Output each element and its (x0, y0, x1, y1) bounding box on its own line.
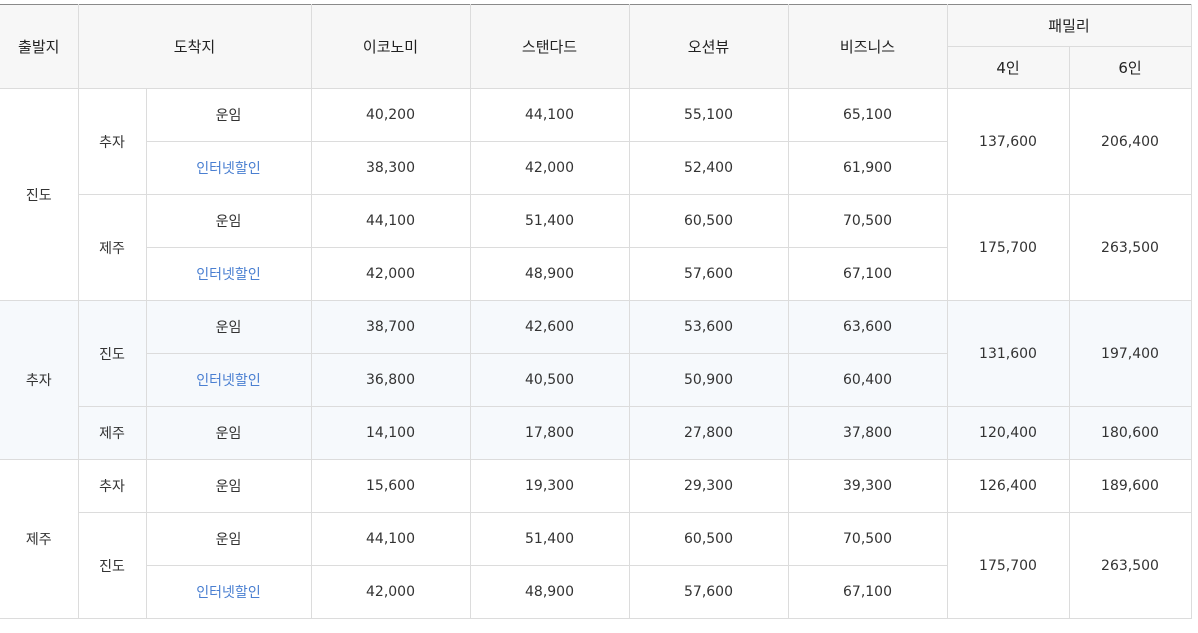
business-fare: 39,300 (787, 459, 948, 513)
oceanview-fare: 60,500 (628, 512, 789, 566)
internet-discount-link[interactable]: 인터넷할인 (145, 141, 312, 195)
business-fare: 70,500 (787, 512, 948, 566)
economy-fare: 15,600 (310, 459, 471, 513)
internet-discount-link[interactable]: 인터넷할인 (145, 353, 312, 407)
fare-type-cell: 운임 (145, 88, 312, 142)
oceanview-fare: 53,600 (628, 300, 789, 354)
business-fare: 70,500 (787, 194, 948, 248)
oceanview-fare: 57,600 (628, 247, 789, 301)
economy-fare: 44,100 (310, 512, 471, 566)
header-family-6: 6인 (1068, 46, 1192, 89)
economy-fare: 38,700 (310, 300, 471, 354)
table-row: 제주 운임 44,100 51,400 60,500 70,500 175,70… (0, 194, 1192, 301)
standard-fare: 40,500 (469, 353, 630, 407)
family-4-fare: 126,400 (946, 459, 1070, 513)
oceanview-fare: 52,400 (628, 141, 789, 195)
table-row: 진도 추자 운임 40,200 44,100 55,100 65,100 137… (0, 88, 1192, 301)
economy-fare: 42,000 (310, 565, 471, 619)
business-fare: 67,100 (787, 565, 948, 619)
business-fare: 60,400 (787, 353, 948, 407)
header-oceanview: 오션뷰 (628, 4, 789, 89)
standard-fare: 48,900 (469, 565, 630, 619)
economy-fare: 38,300 (310, 141, 471, 195)
header-origin: 출발지 (0, 4, 79, 89)
internet-discount-link[interactable]: 인터넷할인 (145, 565, 312, 619)
destination-cell: 진도 (77, 300, 147, 407)
family-6-fare: 263,500 (1068, 512, 1192, 619)
standard-fare: 17,800 (469, 406, 630, 460)
oceanview-fare: 27,800 (628, 406, 789, 460)
standard-fare: 42,000 (469, 141, 630, 195)
standard-fare: 51,400 (469, 512, 630, 566)
oceanview-fare: 60,500 (628, 194, 789, 248)
table-row: 제주 추자 운임 15,600 19,300 29,300 39,300 126… (0, 459, 1192, 619)
table-row: 추자 진도 운임 38,700 42,600 53,600 63,600 131… (0, 300, 1192, 460)
business-fare: 67,100 (787, 247, 948, 301)
oceanview-fare: 29,300 (628, 459, 789, 513)
destination-cell: 진도 (77, 512, 147, 619)
fare-type-cell: 운임 (145, 459, 312, 513)
family-6-fare: 180,600 (1068, 406, 1192, 460)
table-body: 진도 추자 운임 40,200 44,100 55,100 65,100 137… (0, 88, 1192, 619)
family-4-fare: 175,700 (946, 512, 1070, 619)
destination-cell: 추자 (77, 459, 147, 513)
header-standard: 스탠다드 (469, 4, 630, 89)
origin-cell: 추자 (0, 300, 79, 460)
header-business: 비즈니스 (787, 4, 948, 89)
fare-table-container: 출발지 도착지 이코노미 스탠다드 오션뷰 비즈니스 패밀리 4인 6인 진도 … (0, 4, 1192, 619)
business-fare: 37,800 (787, 406, 948, 460)
family-6-fare: 206,400 (1068, 88, 1192, 195)
family-4-fare: 120,400 (946, 406, 1070, 460)
fare-table: 출발지 도착지 이코노미 스탠다드 오션뷰 비즈니스 패밀리 4인 6인 진도 … (0, 4, 1192, 619)
economy-fare: 42,000 (310, 247, 471, 301)
standard-fare: 51,400 (469, 194, 630, 248)
destination-cell: 제주 (77, 406, 147, 460)
header-family: 패밀리 (946, 4, 1192, 47)
business-fare: 63,600 (787, 300, 948, 354)
economy-fare: 14,100 (310, 406, 471, 460)
internet-discount-link[interactable]: 인터넷할인 (145, 247, 312, 301)
standard-fare: 48,900 (469, 247, 630, 301)
standard-fare: 19,300 (469, 459, 630, 513)
oceanview-fare: 57,600 (628, 565, 789, 619)
fare-type-cell: 운임 (145, 512, 312, 566)
economy-fare: 40,200 (310, 88, 471, 142)
oceanview-fare: 50,900 (628, 353, 789, 407)
destination-cell: 추자 (77, 88, 147, 195)
business-fare: 61,900 (787, 141, 948, 195)
table-header: 출발지 도착지 이코노미 스탠다드 오션뷰 비즈니스 패밀리 4인 6인 (0, 4, 1192, 89)
standard-fare: 42,600 (469, 300, 630, 354)
origin-cell: 제주 (0, 459, 79, 619)
family-4-fare: 131,600 (946, 300, 1070, 407)
fare-type-cell: 운임 (145, 194, 312, 248)
header-destination: 도착지 (77, 4, 312, 89)
header-economy: 이코노미 (310, 4, 471, 89)
destination-cell: 제주 (77, 194, 147, 301)
family-4-fare: 137,600 (946, 88, 1070, 195)
table-row: 진도 운임 44,100 51,400 60,500 70,500 175,70… (0, 512, 1192, 619)
standard-fare: 44,100 (469, 88, 630, 142)
family-4-fare: 175,700 (946, 194, 1070, 301)
fare-type-cell: 운임 (145, 406, 312, 460)
origin-cell: 진도 (0, 88, 79, 301)
family-6-fare: 263,500 (1068, 194, 1192, 301)
economy-fare: 44,100 (310, 194, 471, 248)
table-row: 제주 운임 14,100 17,800 27,800 37,800 120,40… (0, 406, 1192, 460)
business-fare: 65,100 (787, 88, 948, 142)
oceanview-fare: 55,100 (628, 88, 789, 142)
family-6-fare: 189,600 (1068, 459, 1192, 513)
header-family-4: 4인 (947, 46, 1070, 89)
fare-type-cell: 운임 (145, 300, 312, 354)
economy-fare: 36,800 (310, 353, 471, 407)
family-6-fare: 197,400 (1068, 300, 1192, 407)
